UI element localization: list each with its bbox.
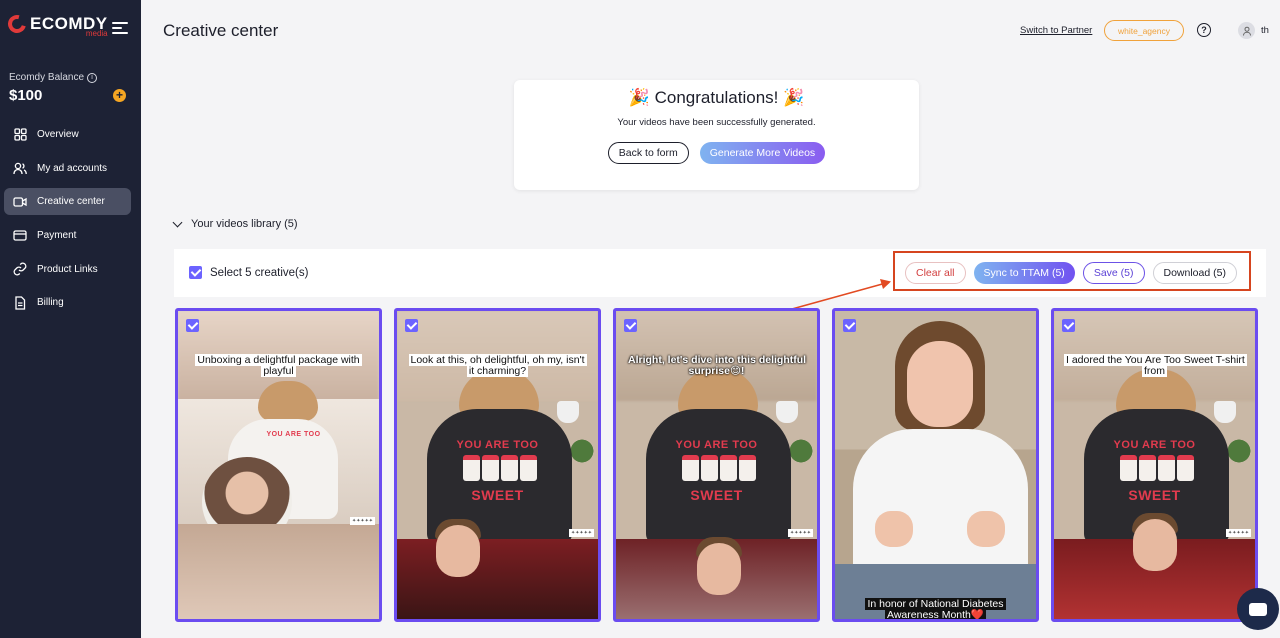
- video-card[interactable]: YOU ARE TOO ✦✦✦✦✦ Unboxing a delightful …: [175, 308, 382, 622]
- user-icon: [1242, 26, 1251, 36]
- select-all-label: Select 5 creative(s): [210, 266, 309, 279]
- video-card[interactable]: In honor of National Diabetes Awareness …: [832, 308, 1039, 622]
- logo-mark-icon: [4, 11, 30, 37]
- annotation-arrow-icon: [791, 279, 891, 310]
- sidebar-item-payment[interactable]: Payment: [4, 222, 131, 249]
- switch-to-partner-link[interactable]: Switch to Partner: [1020, 25, 1092, 36]
- video-grid: YOU ARE TOO ✦✦✦✦✦ Unboxing a delightful …: [175, 308, 1258, 622]
- video-thumbnail: [835, 311, 1036, 619]
- sidebar-item-ad-accounts[interactable]: My ad accounts: [4, 155, 131, 182]
- select-all-creatives[interactable]: Select 5 creative(s): [189, 266, 308, 279]
- video-caption: Look at this, oh delightful, oh my, isn'…: [408, 354, 587, 377]
- balance-label: Ecomdy Balance i: [9, 72, 98, 83]
- sidebar-item-label: Product Links: [37, 263, 98, 275]
- save-button[interactable]: Save (5): [1082, 262, 1145, 284]
- video-checkbox[interactable]: [1062, 319, 1075, 332]
- video-card[interactable]: YOU ARE TOO SWEET ✦✦✦✦✦ Alright, let's d…: [613, 308, 820, 622]
- sidebar-nav: Overview My ad accounts Creative center …: [4, 121, 131, 323]
- balance-value: $100: [9, 87, 43, 104]
- sidebar-item-label: Payment: [37, 230, 77, 242]
- video-checkbox[interactable]: [843, 319, 856, 332]
- avatar[interactable]: [1238, 22, 1255, 39]
- bulk-actions: Clear all Sync to TTAM (5) Save (5) Down…: [905, 262, 1237, 284]
- collapse-menu-icon[interactable]: [112, 22, 128, 36]
- sidebar-item-product-links[interactable]: Product Links: [4, 256, 131, 283]
- video-caption: Alright, let's dive into this delightful…: [628, 354, 807, 377]
- video-checkbox[interactable]: [405, 319, 418, 332]
- logo-subtext: media: [85, 29, 108, 38]
- sidebar-item-label: Billing: [37, 297, 64, 309]
- info-icon[interactable]: i: [87, 72, 98, 83]
- shirt-text: YOU ARE TOO: [266, 431, 321, 438]
- user-name: th: [1261, 25, 1269, 36]
- videos-library-title: Your videos library (5): [191, 218, 298, 230]
- link-icon: [13, 262, 27, 276]
- clear-all-button[interactable]: Clear all: [905, 262, 966, 284]
- success-card: 🎉 Congratulations! 🎉 Your videos have be…: [514, 80, 919, 190]
- users-icon: [13, 161, 27, 175]
- grid-icon: [13, 128, 27, 142]
- page-title: Creative center: [163, 21, 279, 40]
- document-icon: [13, 296, 27, 310]
- help-icon[interactable]: ?: [1197, 23, 1211, 37]
- card-icon: [13, 229, 27, 243]
- chat-support-button[interactable]: [1237, 588, 1279, 630]
- video-checkbox[interactable]: [624, 319, 637, 332]
- agency-badge[interactable]: white_agency: [1104, 20, 1184, 41]
- video-caption: In honor of National Diabetes Awareness …: [865, 598, 1006, 621]
- sidebar-item-billing[interactable]: Billing: [4, 289, 131, 316]
- chevron-down-icon: [172, 217, 183, 227]
- success-title: 🎉 Congratulations! 🎉: [628, 88, 805, 107]
- video-card[interactable]: YOU ARE TOO SWEET ✦✦✦✦✦ Look at this, oh…: [394, 308, 601, 622]
- sidebar-item-creative-center[interactable]: Creative center: [4, 188, 131, 216]
- video-caption: Unboxing a delightful package with playf…: [195, 354, 362, 377]
- sync-to-ttam-button[interactable]: Sync to TTAM (5): [973, 262, 1075, 284]
- video-checkbox[interactable]: [186, 319, 199, 332]
- ecomdy-logo[interactable]: ECOMDY media: [4, 11, 108, 38]
- sidebar-item-label: Creative center: [37, 196, 105, 208]
- select-all-checkbox[interactable]: [189, 266, 202, 279]
- chat-icon: [1249, 602, 1267, 616]
- generate-more-videos-button[interactable]: Generate More Videos: [699, 142, 826, 164]
- sidebar-item-label: Overview: [37, 129, 79, 140]
- success-subtitle: Your videos have been successfully gener…: [617, 117, 816, 128]
- sidebar-item-label: My ad accounts: [37, 162, 108, 174]
- download-button[interactable]: Download (5): [1152, 262, 1237, 284]
- video-card[interactable]: YOU ARE TOO SWEET ✦✦✦✦✦ I adored the You…: [1051, 308, 1258, 622]
- sidebar: ECOMDY media Ecomdy Balance i $100 + Ove…: [0, 0, 141, 638]
- video-icon: [13, 195, 27, 209]
- back-to-form-button[interactable]: Back to form: [607, 142, 689, 164]
- video-caption: I adored the You Are Too Sweet T-shirt f…: [1064, 354, 1247, 377]
- add-balance-button[interactable]: +: [113, 89, 126, 102]
- videos-library-toggle[interactable]: Your videos library (5): [172, 217, 298, 230]
- sidebar-item-overview[interactable]: Overview: [4, 121, 131, 148]
